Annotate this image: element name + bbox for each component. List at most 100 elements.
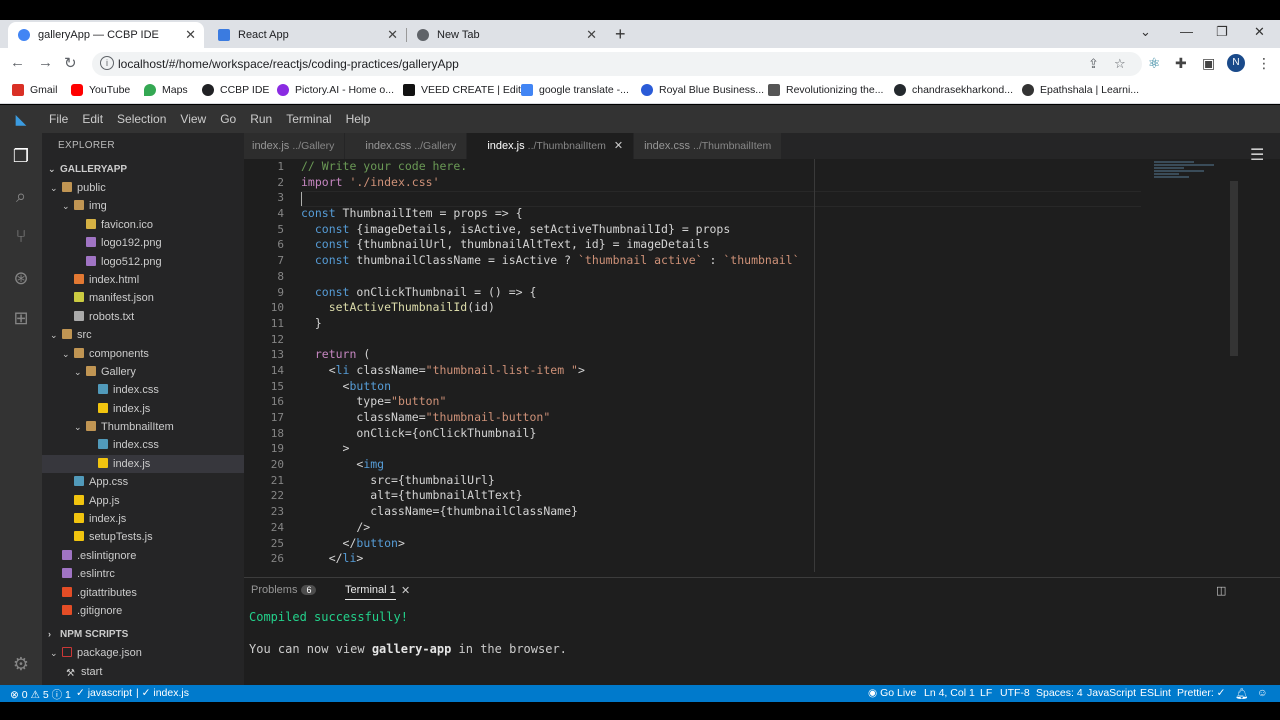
close-tab-icon[interactable]: ✕ [185,27,196,43]
menu-selection[interactable]: Selection [110,112,173,126]
close-terminal-icon[interactable]: ✕ [401,584,410,597]
menu-view[interactable]: View [173,112,213,126]
tree-folder[interactable]: ⌄ Gallery [42,363,244,381]
language-check-status[interactable]: ✓ javascript [76,687,132,699]
eslint-status[interactable]: ESLint [1140,687,1171,699]
code-line[interactable]: const thumbnailClassName = isActive ? `t… [301,253,1141,269]
share-icon[interactable]: ⇪ [1088,56,1099,72]
close-tab-icon[interactable]: ✕ [387,27,398,43]
tree-file[interactable]: index.css [42,436,244,454]
code-line[interactable]: </button> [301,536,1141,552]
tree-folder[interactable]: ⌄ src [42,326,244,344]
encoding-status[interactable]: UTF-8 [1000,687,1030,699]
feedback-icon[interactable]: ☺ [1257,687,1268,699]
code-line[interactable]: src={thumbnailUrl} [301,473,1141,489]
close-tab-icon[interactable]: ✕ [586,27,597,43]
bookmark-pictory[interactable]: Pictory.AI - Home o... [277,84,394,96]
tree-file[interactable]: App.css [42,473,244,491]
code-line[interactable] [301,332,1141,348]
tree-file[interactable]: .eslintignore [42,547,244,565]
editor-tab-thumbnailitem-js[interactable]: index.js ../ThumbnailItem ✕ [467,133,635,159]
code-line[interactable]: type="button" [301,394,1141,410]
menu-run[interactable]: Run [243,112,279,126]
code-line[interactable]: /> [301,520,1141,536]
tree-folder[interactable]: ⌄ img [42,197,244,215]
forward-arrow-icon[interactable]: → [38,54,53,71]
tree-file[interactable]: .gitignore [42,602,244,620]
close-tab-icon[interactable]: ✕ [614,140,623,152]
notifications-bell-icon[interactable]: 🔔︎ [1235,687,1248,700]
browser-tab-new-tab[interactable]: New Tab ✕ [407,22,605,48]
code-line[interactable]: const {imageDetails, isActive, setActive… [301,222,1141,238]
bookmark-youtube[interactable]: YouTube [71,84,130,96]
back-arrow-icon[interactable]: ← [10,54,25,71]
bookmark-star-icon[interactable]: ☆ [1114,56,1126,72]
code-line[interactable]: } [301,316,1141,332]
go-live-button[interactable]: ◉ Go Live [868,687,916,699]
reload-icon[interactable]: ↻ [64,54,77,72]
problems-status[interactable]: ⊗ 0 ⚠ 5 ⓘ 1 [10,687,71,702]
address-bar[interactable]: i localhost/#/home/workspace/reactjs/cod… [92,52,1142,76]
search-icon[interactable]: ⌕ [10,185,32,207]
tree-folder[interactable]: ⌄ ThumbnailItem [42,418,244,436]
tab-search-chevron-icon[interactable]: ⌄ [1140,24,1151,40]
editor-tab-gallery-css[interactable]: index.css ../Gallery [345,133,468,159]
tree-file[interactable]: logo192.png [42,234,244,252]
terminal-tab[interactable]: Terminal 1 [345,584,396,600]
code-line[interactable]: const {thumbnailUrl, thumbnailAltText, i… [301,237,1141,253]
code-line[interactable]: <button [301,379,1141,395]
problems-tab[interactable]: Problems 6 [251,584,317,596]
code-line[interactable]: className="thumbnail-button" [301,410,1141,426]
panel-layout-icon[interactable]: ◫ [1216,584,1226,597]
tree-file[interactable]: index.html [42,271,244,289]
run-debug-icon[interactable]: ⊛ [10,267,32,289]
editor-layout-icon[interactable]: ☰ [1250,145,1264,165]
tree-file[interactable]: .gitattributes [42,584,244,602]
menu-terminal[interactable]: Terminal [279,112,338,126]
menu-file[interactable]: File [42,112,75,126]
code-line[interactable]: > [301,441,1141,457]
eol-status[interactable]: LF [980,687,992,699]
bookmark-royal-blue[interactable]: Royal Blue Business... [641,84,764,96]
profile-avatar[interactable]: N [1227,54,1245,72]
tree-file[interactable]: .eslintrc [42,565,244,583]
tree-file[interactable]: index.js [42,400,244,418]
editor-tab-gallery-js[interactable]: index.js ../Gallery [244,133,346,159]
bookmark-google-translate[interactable]: google translate -... [521,84,629,96]
code-line[interactable]: </li> [301,551,1141,567]
tree-file[interactable]: index.css [42,381,244,399]
tree-file[interactable]: index.js [42,510,244,528]
tree-file[interactable]: setupTests.js [42,528,244,546]
tree-file[interactable]: index.js [42,454,244,474]
code-line[interactable]: const ThumbnailItem = props => { [301,206,1141,222]
code-line[interactable]: import './index.css' [301,175,1141,191]
code-line[interactable]: alt={thumbnailAltText} [301,488,1141,504]
language-mode-status[interactable]: JavaScript [1087,687,1136,699]
explorer-files-icon[interactable]: ❐ [10,145,32,167]
bookmark-ccbp-ide[interactable]: CCBP IDE [202,84,269,96]
maximize-icon[interactable]: ❐ [1216,24,1228,40]
prettier-status[interactable]: Prettier: ✓ [1177,687,1225,699]
indent-status[interactable]: Spaces: 4 [1036,687,1083,699]
menu-edit[interactable]: Edit [75,112,110,126]
settings-gear-icon[interactable]: ⚙ [10,653,32,675]
bookmark-epathshala[interactable]: Epathshala | Learni... [1022,84,1139,96]
tree-file[interactable]: favicon.ico [42,216,244,234]
npm-scripts-header[interactable]: › NPM SCRIPTS [42,624,244,644]
code-line[interactable]: // Write your code here. [301,159,1141,175]
code-line[interactable]: className={thumbnailClassName} [301,504,1141,520]
extensions-icon[interactable]: ⊞ [10,307,32,329]
side-panel-icon[interactable]: ▣ [1202,55,1215,72]
file-check-status[interactable]: | ✓ index.js [136,687,189,699]
browser-tab-react-app[interactable]: React App ✕ [208,22,406,48]
browser-tab-galleryapp[interactable]: galleryApp — CCBP IDE ✕ [8,22,204,48]
menu-help[interactable]: Help [339,112,378,126]
close-window-icon[interactable]: ✕ [1254,24,1265,40]
cursor-position[interactable]: Ln 4, Col 1 [924,687,975,699]
bookmark-veed[interactable]: VEED CREATE | Edit [403,84,521,96]
tree-file[interactable]: manifest.json [42,289,244,307]
project-section-header[interactable]: ⌄ GALLERYAPP [42,159,244,179]
tree-folder[interactable]: ⌄ components [42,345,244,363]
new-tab-plus-icon[interactable]: + [615,24,626,45]
source-control-icon[interactable]: ⑂ [10,225,32,247]
